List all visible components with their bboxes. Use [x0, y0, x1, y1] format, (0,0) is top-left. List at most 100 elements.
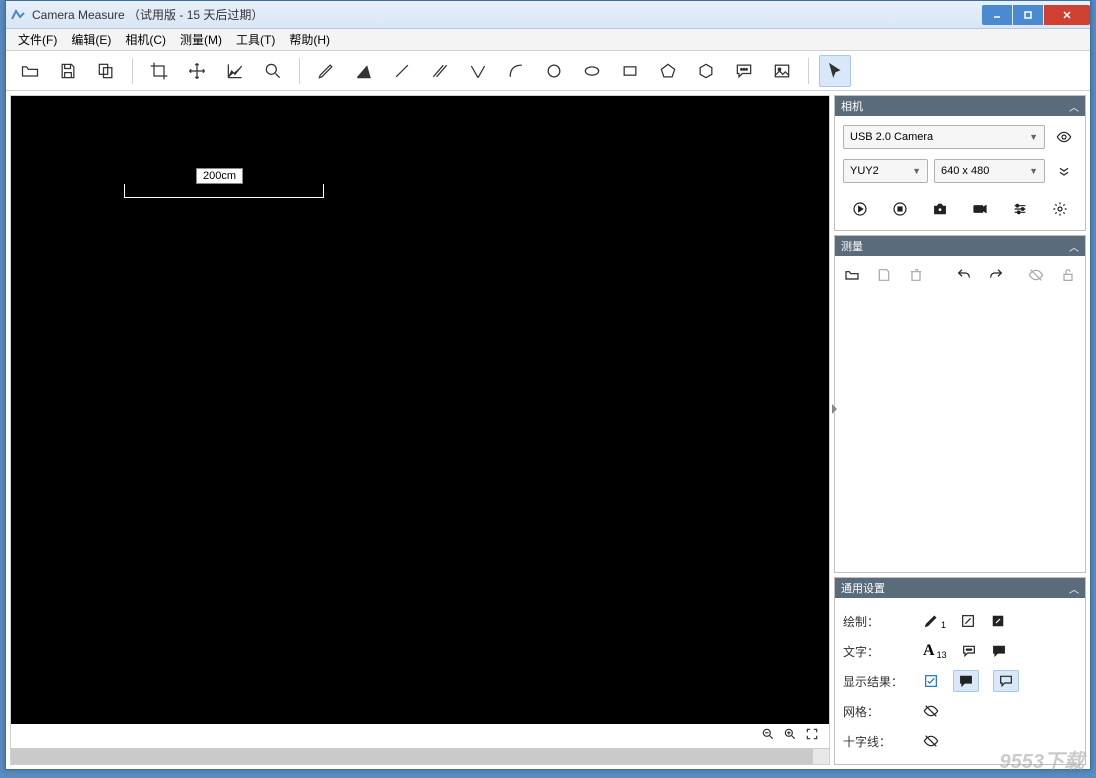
collapse-icon: ︿: [1069, 99, 1079, 114]
pencil-button[interactable]: [310, 55, 342, 87]
dropdown-arrow-icon: ▼: [912, 166, 921, 176]
menu-tools[interactable]: 工具(T): [230, 29, 281, 50]
play-button[interactable]: [847, 196, 873, 222]
angle2-button[interactable]: [462, 55, 494, 87]
draw-pencil-button[interactable]: 1: [923, 613, 946, 629]
dropdown-arrow-icon: ▼: [1029, 166, 1038, 176]
settings-panel-header[interactable]: 通用设置 ︿: [835, 578, 1085, 598]
stop-button[interactable]: [887, 196, 913, 222]
expand-options-button[interactable]: [1051, 158, 1077, 184]
measure-panel-header[interactable]: 测量 ︿: [835, 236, 1085, 256]
save-button[interactable]: [52, 55, 84, 87]
measure-open-button[interactable]: [839, 262, 865, 288]
circle-button[interactable]: [538, 55, 570, 87]
menu-file[interactable]: 文件(F): [12, 29, 63, 50]
open-button[interactable]: [14, 55, 46, 87]
show-result-label: 显示结果：: [843, 673, 913, 690]
draw-fill-button[interactable]: [990, 613, 1006, 629]
menu-help[interactable]: 帮助(H): [283, 29, 336, 50]
horizontal-scrollbar[interactable]: [11, 748, 829, 764]
settings-panel-title: 通用设置: [841, 580, 885, 596]
measure-visibility-button[interactable]: [1023, 262, 1049, 288]
camera-device-value: USB 2.0 Camera: [850, 131, 933, 143]
draw-label: 绘制：: [843, 613, 913, 630]
panel-resize-handle[interactable]: [830, 397, 838, 421]
camera-format-value: YUY2: [850, 165, 879, 177]
maximize-button[interactable]: [1013, 5, 1043, 25]
rectangle-button[interactable]: [614, 55, 646, 87]
histogram-button[interactable]: [219, 55, 251, 87]
text-label: 文字：: [843, 643, 913, 660]
window-title: Camera Measure （试用版 - 15 天后过期）: [32, 6, 982, 23]
text-comment-button[interactable]: [961, 643, 977, 659]
collapse-icon: ︿: [1069, 581, 1079, 596]
camera-panel-header[interactable]: 相机 ︿: [835, 96, 1085, 116]
menu-edit[interactable]: 编辑(E): [65, 29, 117, 50]
ellipse-button[interactable]: [576, 55, 608, 87]
measure-lock-button[interactable]: [1055, 262, 1081, 288]
zoom-in-button[interactable]: [783, 727, 797, 746]
show-result-checkbox[interactable]: [923, 673, 939, 689]
minimize-button[interactable]: [982, 5, 1012, 25]
close-button[interactable]: [1044, 5, 1090, 25]
visibility-button[interactable]: [1051, 124, 1077, 150]
pentagon-button[interactable]: [652, 55, 684, 87]
redo-button[interactable]: [983, 262, 1009, 288]
app-window: Camera Measure （试用版 - 15 天后过期） 文件(F) 编辑(…: [5, 0, 1091, 770]
image-button[interactable]: [766, 55, 798, 87]
measure-delete-button[interactable]: [903, 262, 929, 288]
cross-visibility-button[interactable]: [923, 733, 939, 749]
camera-panel: 相机 ︿ USB 2.0 Camera ▼ YUY2 ▼: [834, 95, 1086, 231]
parallel-lines-button[interactable]: [424, 55, 456, 87]
canvas-controls: [11, 724, 829, 748]
text-comment-filled-button[interactable]: [991, 643, 1007, 659]
measure-save-button[interactable]: [871, 262, 897, 288]
copy-button[interactable]: [90, 55, 122, 87]
result-comment-filled-button[interactable]: [953, 670, 979, 692]
measurement-line: [124, 184, 324, 198]
camera-format-dropdown[interactable]: YUY2 ▼: [843, 159, 928, 183]
menubar: 文件(F) 编辑(E) 相机(C) 测量(M) 工具(T) 帮助(H): [6, 29, 1090, 51]
toolbar: [6, 51, 1090, 91]
result-comment-outline-button[interactable]: [993, 670, 1019, 692]
grid-label: 网格：: [843, 703, 913, 720]
text-font-button[interactable]: A13: [923, 642, 947, 660]
menu-camera[interactable]: 相机(C): [119, 29, 172, 50]
angle-button[interactable]: [348, 55, 380, 87]
canvas-container: 200cm: [10, 95, 830, 765]
collapse-icon: ︿: [1069, 239, 1079, 254]
sliders-button[interactable]: [1007, 196, 1033, 222]
comment-button[interactable]: [728, 55, 760, 87]
titlebar: Camera Measure （试用版 - 15 天后过期）: [6, 1, 1090, 29]
main-area: 200cm 相机 ︿: [6, 91, 1090, 769]
line-button[interactable]: [386, 55, 418, 87]
window-controls: [982, 5, 1090, 25]
polygon-button[interactable]: [690, 55, 722, 87]
camera-device-dropdown[interactable]: USB 2.0 Camera ▼: [843, 125, 1045, 149]
canvas[interactable]: 200cm: [11, 96, 829, 724]
pointer-button[interactable]: [819, 55, 851, 87]
fullscreen-button[interactable]: [805, 727, 819, 746]
move-button[interactable]: [181, 55, 213, 87]
zoom-out-button[interactable]: [761, 727, 775, 746]
measure-list[interactable]: [835, 294, 1085, 572]
measure-panel-title: 测量: [841, 238, 863, 254]
record-button[interactable]: [967, 196, 993, 222]
side-panel: 相机 ︿ USB 2.0 Camera ▼ YUY2 ▼: [834, 91, 1090, 769]
toolbar-separator: [299, 58, 300, 84]
settings-button[interactable]: [1047, 196, 1073, 222]
camera-resolution-dropdown[interactable]: 640 x 480 ▼: [934, 159, 1045, 183]
undo-button[interactable]: [951, 262, 977, 288]
cross-label: 十字线：: [843, 733, 913, 750]
settings-panel: 通用设置 ︿ 绘制： 1 文字： A: [834, 577, 1086, 765]
app-icon: [10, 7, 26, 23]
snapshot-button[interactable]: [927, 196, 953, 222]
measurement-overlay[interactable]: 200cm: [124, 178, 324, 198]
arc-button[interactable]: [500, 55, 532, 87]
draw-edit-button[interactable]: [960, 613, 976, 629]
toolbar-separator: [132, 58, 133, 84]
grid-visibility-button[interactable]: [923, 703, 939, 719]
menu-measure[interactable]: 测量(M): [174, 29, 228, 50]
zoom-button[interactable]: [257, 55, 289, 87]
crop-button[interactable]: [143, 55, 175, 87]
